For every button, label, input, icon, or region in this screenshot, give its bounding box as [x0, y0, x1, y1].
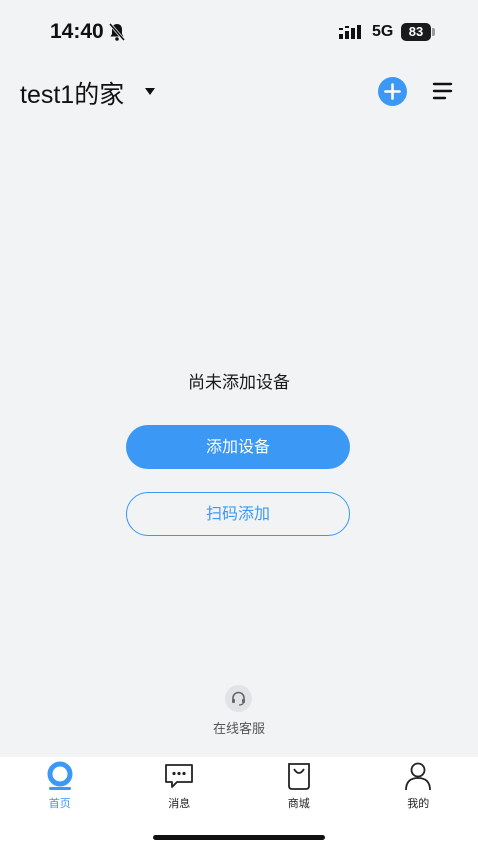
customer-service-button[interactable] — [225, 685, 252, 712]
status-time: 14:40 — [50, 20, 104, 43]
caret-down-icon[interactable] — [145, 88, 155, 95]
tab-messages-label: 消息 — [168, 797, 191, 810]
tab-mine[interactable]: 我的 — [359, 757, 478, 817]
plus-icon — [384, 83, 401, 100]
customer-service-label[interactable]: 在线客服 — [0, 718, 478, 737]
headset-icon — [232, 691, 245, 706]
add-device-button[interactable]: 添加设备 — [126, 425, 350, 469]
tab-home[interactable]: 首页 — [0, 757, 120, 817]
header: test1的家 — [0, 66, 478, 116]
home-selector-title[interactable]: test1的家 — [20, 75, 124, 111]
menu-icon[interactable] — [432, 80, 454, 102]
tab-mall[interactable]: 商城 — [239, 757, 359, 817]
tab-home-label: 首页 — [48, 797, 71, 810]
add-button[interactable] — [378, 77, 407, 106]
tab-mall-label: 商城 — [287, 797, 310, 810]
battery-indicator: 83 — [401, 23, 431, 41]
battery-tip — [432, 28, 435, 36]
profile-icon — [405, 762, 432, 791]
cell-signal-icon — [339, 25, 361, 39]
home-indicator — [153, 835, 325, 840]
app-screen: 14:40 5G 83 test1的家 尚未添加设备 添加设备 扫码添加 在线客… — [0, 0, 478, 850]
home-icon — [47, 761, 73, 790]
tab-messages[interactable]: 消息 — [120, 757, 240, 817]
message-icon — [165, 764, 194, 788]
status-bar: 14:40 5G 83 — [0, 0, 478, 62]
scan-add-button[interactable]: 扫码添加 — [126, 492, 350, 536]
network-type: 5G — [372, 23, 394, 40]
empty-state-message: 尚未添加设备 — [188, 373, 290, 393]
tab-mine-label: 我的 — [407, 797, 430, 810]
shopping-bag-icon — [287, 763, 310, 790]
bell-muted-icon — [108, 23, 126, 41]
